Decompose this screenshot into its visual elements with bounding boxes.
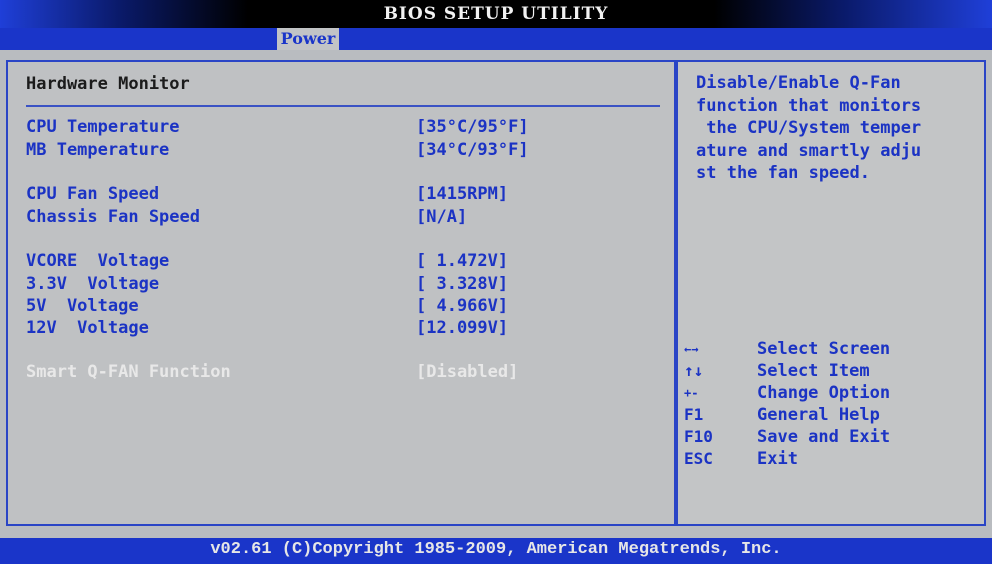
help-line: Disable/Enable Q-Fan (696, 73, 901, 93)
mb-temperature-value: [34°C/93°F] (416, 140, 529, 160)
v33-voltage-value: [ 3.328V] (416, 274, 509, 294)
cpu-fan-speed-label: CPU Fan Speed (26, 184, 160, 204)
key-description: Exit (757, 449, 798, 469)
key-label: F10 (684, 427, 713, 446)
key-label: ESC (684, 449, 713, 468)
cpu-temperature-label: CPU Temperature (26, 117, 180, 137)
copyright-text: v02.61 (C)Copyright 1985-2009, American … (210, 540, 782, 559)
v12-voltage-label: 12V Voltage (26, 318, 149, 338)
v12-voltage-value: [12.099V] (416, 318, 509, 338)
v5-voltage-value: [ 4.966V] (416, 296, 509, 316)
section-title: Hardware Monitor (26, 74, 190, 94)
help-description: Disable/Enable Q-Fan function that monit… (696, 72, 976, 185)
mb-temperature-label: MB Temperature (26, 140, 170, 160)
chassis-fan-speed-label: Chassis Fan Speed (26, 207, 200, 227)
key-description: Change Option (757, 383, 891, 403)
up-down-arrows-icon: ↑↓ (684, 361, 704, 380)
help-line: the CPU/System temper (696, 118, 922, 138)
key-description: Select Item (757, 361, 870, 381)
key-description: General Help (757, 405, 880, 425)
settings-panel: Hardware Monitor CPU Temperature [35°C/9… (6, 60, 676, 526)
vcore-voltage-value: [ 1.472V] (416, 251, 509, 271)
v33-voltage-label: 3.3V Voltage (26, 274, 160, 294)
section-divider (26, 105, 660, 107)
smart-qfan-value[interactable]: [Disabled] (416, 362, 518, 382)
footer-bar: v02.61 (C)Copyright 1985-2009, American … (0, 538, 992, 564)
title-bar: BIOS SETUP UTILITY (0, 0, 992, 28)
plus-minus-icon: +- (684, 386, 699, 400)
key-description: Save and Exit (757, 427, 891, 447)
menu-bar: Power (0, 28, 992, 50)
smart-qfan-label[interactable]: Smart Q-FAN Function (26, 362, 231, 382)
help-line: st the fan speed. (696, 163, 870, 183)
v5-voltage-label: 5V Voltage (26, 296, 139, 316)
vcore-voltage-label: VCORE Voltage (26, 251, 170, 271)
help-line: ature and smartly adju (696, 140, 922, 161)
key-label: F1 (684, 405, 704, 424)
smart-qfan-row[interactable]: Smart Q-FAN Function [Disabled] (26, 362, 518, 442)
tab-power[interactable]: Power (277, 28, 339, 50)
cpu-temperature-value: [35°C/95°F] (416, 117, 529, 137)
help-panel: Disable/Enable Q-Fan function that monit… (676, 60, 986, 526)
chassis-fan-speed-value: [N/A] (416, 207, 468, 227)
cpu-fan-speed-value: [1415RPM] (416, 184, 509, 204)
help-line: function that monitors (696, 95, 922, 116)
key-description: Select Screen (757, 339, 891, 359)
window-title: BIOS SETUP UTILITY (383, 4, 609, 24)
left-right-arrows-icon: ←→ (684, 342, 699, 356)
